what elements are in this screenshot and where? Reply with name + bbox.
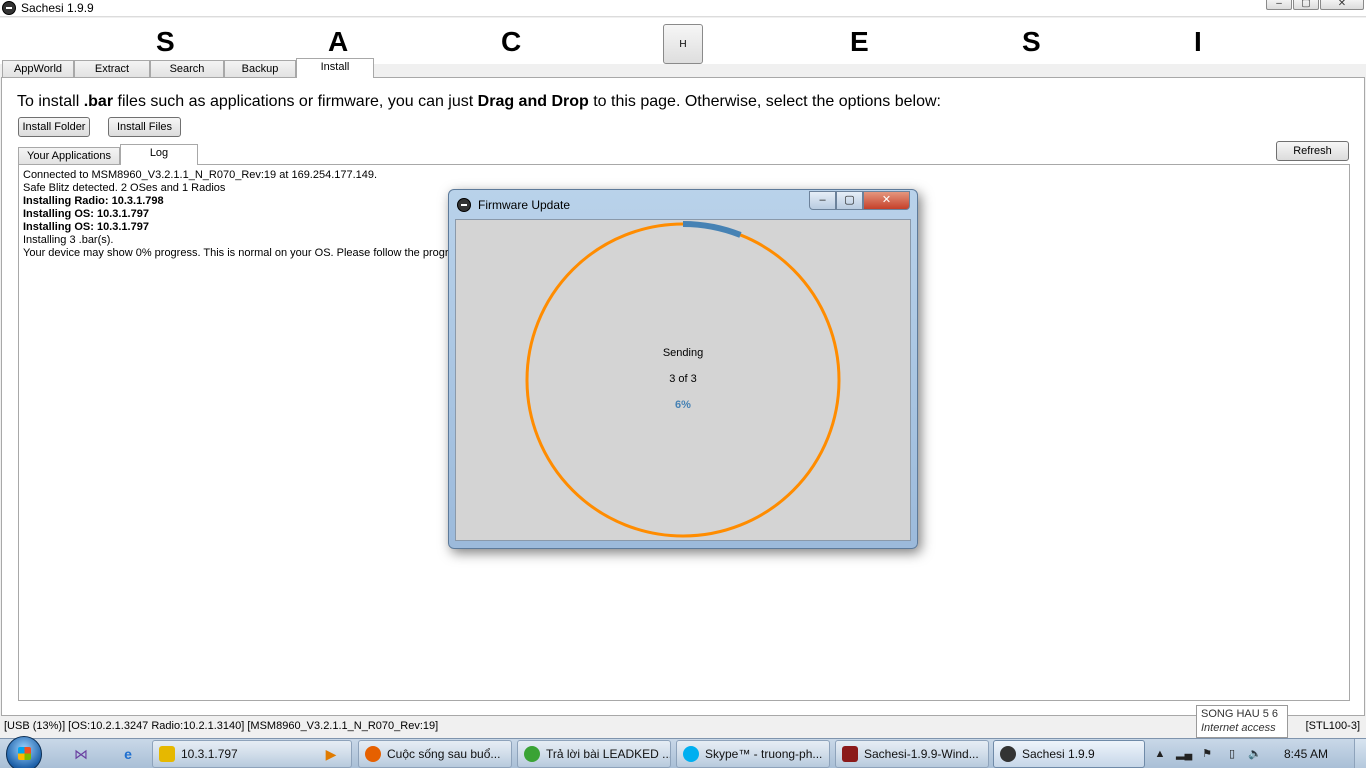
log-line: Your device may show 0% progress. This i… xyxy=(23,247,461,259)
media-player-icon[interactable]: ▶ xyxy=(320,743,342,765)
log-line: Installing OS: 10.3.1.797 xyxy=(23,221,149,233)
install-folder-button[interactable]: Install Folder xyxy=(18,117,90,137)
taskbar-clock[interactable]: 8:45 AM xyxy=(1284,747,1328,761)
internet-explorer-icon[interactable]: e xyxy=(117,743,139,765)
tab-log[interactable]: Log xyxy=(120,144,198,165)
taskbar-label: Skype™ - truong-ph... xyxy=(705,747,823,761)
network-status: Internet access xyxy=(1201,722,1276,734)
log-line: Installing OS: 10.3.1.797 xyxy=(23,208,149,220)
close-button[interactable]: ✕ xyxy=(1320,0,1364,10)
dialog-close-button[interactable]: ✕ xyxy=(863,191,910,210)
network-tooltip: SONG HAU 5 6 Internet access xyxy=(1196,705,1288,738)
dialog-app-icon xyxy=(457,198,471,212)
volume-icon[interactable]: 🔈 xyxy=(1248,747,1262,761)
h-button[interactable]: H xyxy=(663,24,703,64)
skype-icon xyxy=(683,746,699,762)
taskbar-winrar[interactable]: Sachesi-1.9.9-Wind... xyxy=(835,740,989,768)
device-model: [STL100-3] xyxy=(1305,720,1360,732)
maximize-button[interactable]: ▢ xyxy=(1293,0,1319,10)
sachesi-banner: S A C H E S I xyxy=(0,18,1366,64)
power-icon[interactable]: ▯ xyxy=(1225,747,1239,761)
taskbar-label: 10.3.1.797 xyxy=(181,747,238,761)
taskbar-label: Sachesi-1.9.9-Wind... xyxy=(864,747,979,761)
browser-icon xyxy=(524,746,540,762)
dialog-maximize-button[interactable]: ▢ xyxy=(836,191,863,210)
visual-studio-icon[interactable]: ⋈ xyxy=(70,743,92,765)
log-line: Connected to MSM8960_V3.2.1.1_N_R070_Rev… xyxy=(23,169,378,181)
progress-ring-arc xyxy=(682,221,742,238)
status-bar: [USB (13%)] [OS:10.2.1.3247 Radio:10.2.1… xyxy=(0,717,1366,737)
tab-your-applications[interactable]: Your Applications xyxy=(18,147,120,164)
action-center-flag-icon[interactable]: ⚑ xyxy=(1200,747,1214,761)
taskbar-label: Trả lời bài LEADKED ... xyxy=(546,747,671,761)
tab-extract[interactable]: Extract xyxy=(74,60,150,77)
archive-icon xyxy=(842,746,858,762)
dialog-body: Sending 3 of 3 6% xyxy=(455,219,911,541)
taskbar-skype[interactable]: Skype™ - truong-ph... xyxy=(676,740,830,768)
sachesi-icon xyxy=(1000,746,1016,762)
firefox-icon xyxy=(365,746,381,762)
banner-letter-s: S xyxy=(156,26,175,57)
progress-percent: 6% xyxy=(675,399,691,411)
start-button[interactable] xyxy=(6,736,42,768)
show-hidden-icons[interactable]: ▲ xyxy=(1153,747,1167,761)
banner-letter-c: C xyxy=(501,26,522,57)
log-line: Installing 3 .bar(s). xyxy=(23,234,114,246)
network-name: SONG HAU 5 6 xyxy=(1201,708,1279,720)
folder-icon xyxy=(159,746,175,762)
install-files-button[interactable]: Install Files xyxy=(108,117,181,137)
log-line: Installing Radio: 10.3.1.798 xyxy=(23,195,164,207)
banner-letter-e: E xyxy=(850,26,869,57)
show-desktop-button[interactable] xyxy=(1354,739,1366,768)
taskbar: ⋈ e 10.3.1.797 ▶ Cuộc sống sau buổ... Tr… xyxy=(0,736,1366,768)
taskbar-firefox[interactable]: Cuộc sống sau buổ... xyxy=(358,740,512,768)
minimize-button[interactable]: – xyxy=(1266,0,1292,10)
tab-install[interactable]: Install xyxy=(296,58,374,78)
tab-backup[interactable]: Backup xyxy=(224,60,296,77)
device-status: [USB (13%)] [OS:10.2.1.3247 Radio:10.2.1… xyxy=(4,720,439,732)
firmware-update-dialog: Firmware Update – ▢ ✕ Sending 3 of 3 6% xyxy=(448,189,918,549)
banner-letter-s2: S xyxy=(1022,26,1041,57)
taskbar-label: Sachesi 1.9.9 xyxy=(1022,747,1095,761)
title-bar: Sachesi 1.9.9 – ▢ ✕ xyxy=(0,0,1366,17)
window-title: Sachesi 1.9.9 xyxy=(21,1,94,15)
file-count: 3 of 3 xyxy=(669,373,697,385)
tab-search[interactable]: Search xyxy=(150,60,224,77)
log-line: Safe Blitz detected. 2 OSes and 1 Radios xyxy=(23,182,226,194)
dialog-minimize-button[interactable]: – xyxy=(809,191,836,210)
banner-letter-i: I xyxy=(1194,26,1202,57)
taskbar-label: Cuộc sống sau buổ... xyxy=(387,747,501,761)
wifi-signal-icon[interactable]: ▂▄ xyxy=(1176,747,1192,761)
taskbar-sachesi[interactable]: Sachesi 1.9.9 xyxy=(993,740,1145,768)
install-instructions: To install .bar files such as applicatio… xyxy=(17,93,941,110)
taskbar-browser-reply[interactable]: Trả lời bài LEADKED ... xyxy=(517,740,671,768)
app-icon xyxy=(2,1,16,15)
tab-appworld[interactable]: AppWorld xyxy=(2,60,74,77)
banner-letter-a: A xyxy=(328,26,349,57)
dialog-title: Firmware Update xyxy=(478,198,571,212)
refresh-button[interactable]: Refresh xyxy=(1276,141,1349,161)
sending-label: Sending xyxy=(662,347,704,359)
